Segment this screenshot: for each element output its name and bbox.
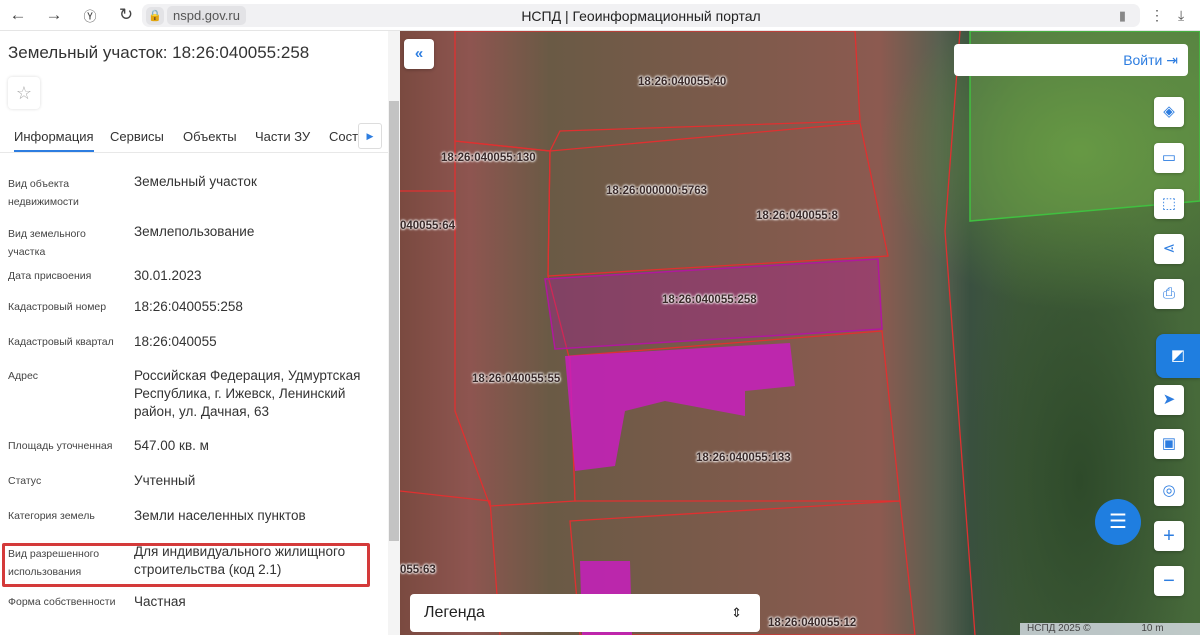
bookmark-icon[interactable]: ▮ xyxy=(1119,8,1126,24)
parcel-label: 18:26:040055:133 xyxy=(696,452,791,464)
info-label: Кадастровый номер xyxy=(8,301,107,313)
address-bar[interactable]: 🔒 nspd.gov.ru НСПД | Геоинформационный п… xyxy=(142,4,1140,27)
info-label: Форма собственности xyxy=(8,596,116,608)
object-info-panel: Земельный участок: 18:26:040055:258 ☆ Ин… xyxy=(0,31,400,635)
select-area-icon[interactable]: ⬚ xyxy=(1154,189,1184,219)
favorite-star-icon[interactable]: ☆ xyxy=(8,77,40,109)
chevron-updown-icon: ⇕ xyxy=(731,605,742,620)
info-value: Земли населенных пунктов xyxy=(134,508,306,523)
browser-toolbar: ← → Ⓨ ↻ 🔒 nspd.gov.ru НСПД | Геоинформац… xyxy=(0,0,1200,31)
tabs: Информация Сервисы Объекты Части ЗУ Сост… xyxy=(0,123,388,153)
tab-objects[interactable]: Объекты xyxy=(183,129,237,144)
info-value: Земельный участок xyxy=(134,174,257,189)
parcel-label: 18:26:040055:55 xyxy=(472,373,561,385)
download-icon[interactable]: ⤓ xyxy=(1178,7,1184,24)
highlight-box xyxy=(2,543,370,587)
login-label: Войти xyxy=(1123,52,1163,68)
parcel-boundary xyxy=(547,122,889,277)
info-label: Кадастровый квартал xyxy=(8,336,114,348)
layers-icon[interactable]: ◈ xyxy=(1154,97,1184,127)
info-label: Адрес xyxy=(8,370,39,382)
info-value: Учтенный xyxy=(134,473,196,488)
legend-dropdown[interactable]: Легенда ⇕ xyxy=(410,594,760,632)
geolocation-icon[interactable]: ➤ xyxy=(1154,385,1184,415)
menu-icon[interactable]: ⋮ xyxy=(1150,7,1164,24)
info-label: Категория земель xyxy=(8,510,95,522)
parcel-layer xyxy=(400,31,1200,635)
back-icon[interactable]: ← xyxy=(0,5,36,25)
tab-services[interactable]: Сервисы xyxy=(110,129,164,144)
info-value: Землепользование xyxy=(134,224,255,239)
page-title: НСПД | Геоинформационный портал xyxy=(521,7,761,24)
zoom-out-button[interactable]: − xyxy=(1154,566,1184,596)
panorama-icon[interactable]: ◩ xyxy=(1156,334,1200,378)
reload-icon[interactable]: ↻ xyxy=(108,5,144,25)
map[interactable]: 18:26:040055:40 18:26:040055:130 18:26:0… xyxy=(400,31,1200,635)
tabs-scroll-right-button[interactable]: ▶ xyxy=(358,123,382,149)
info-value: Частная xyxy=(134,594,186,609)
info-value: 30.01.2023 xyxy=(134,268,202,283)
login-icon: ⇥ xyxy=(1166,52,1178,68)
yandex-icon[interactable]: Ⓨ xyxy=(72,6,108,25)
parcel-label: 055:63 xyxy=(400,564,436,576)
chat-icon[interactable]: ☰ xyxy=(1095,499,1141,545)
print-icon[interactable]: ⎙ xyxy=(1154,279,1184,309)
ruler-icon[interactable]: ▭ xyxy=(1154,143,1184,173)
parcel-label: 18:26:040055:130 xyxy=(441,152,536,164)
copyright: НСПД 2025 © xyxy=(1027,623,1091,634)
collapse-panel-button[interactable]: « xyxy=(404,39,434,69)
forward-icon[interactable]: → xyxy=(36,5,72,25)
parcel-label: 18:26:000000:5763 xyxy=(606,185,708,197)
parcel-boundary xyxy=(454,31,861,152)
info-label: Дата присвоения xyxy=(8,270,92,282)
attribution: НСПД 2025 © 10 m xyxy=(1020,623,1200,635)
login-button[interactable]: Войти ⇥ xyxy=(954,44,1188,76)
legend-label: Легенда xyxy=(424,604,485,621)
object-title: Земельный участок: 18:26:040055:258 xyxy=(8,43,310,62)
info-label: Вид земельного участка xyxy=(8,228,86,258)
scale-bar: 10 m xyxy=(1120,623,1185,635)
info-label: Площадь уточненная xyxy=(8,440,113,452)
info-value: Российская Федерация, Удмуртская Республ… xyxy=(134,368,361,419)
parcel-label: 18:26:040055:40 xyxy=(638,76,727,88)
parcel-label: 040055:64 xyxy=(400,220,455,232)
tab-info[interactable]: Информация xyxy=(14,129,94,152)
tab-parts[interactable]: Части ЗУ xyxy=(255,129,310,144)
scrollbar-thumb[interactable] xyxy=(389,101,399,541)
info-label: Вид объекта недвижимости xyxy=(8,178,79,208)
info-label: Статус xyxy=(8,475,42,487)
info-value: 18:26:040055:258 xyxy=(134,299,243,314)
share-icon[interactable]: ⋖ xyxy=(1154,234,1184,264)
parcel-label: 18:26:040055:258 xyxy=(662,294,757,306)
zoom-in-button[interactable]: + xyxy=(1154,521,1184,551)
info-value: 18:26:040055 xyxy=(134,334,217,349)
parcel-label: 18:26:040055:12 xyxy=(768,617,857,629)
minimap-icon[interactable]: ▣ xyxy=(1154,429,1184,459)
locate-point-icon[interactable]: ◎ xyxy=(1154,476,1184,506)
parcel-label: 18:26:040055:8 xyxy=(756,210,838,222)
info-value: 547.00 кв. м xyxy=(134,438,209,453)
